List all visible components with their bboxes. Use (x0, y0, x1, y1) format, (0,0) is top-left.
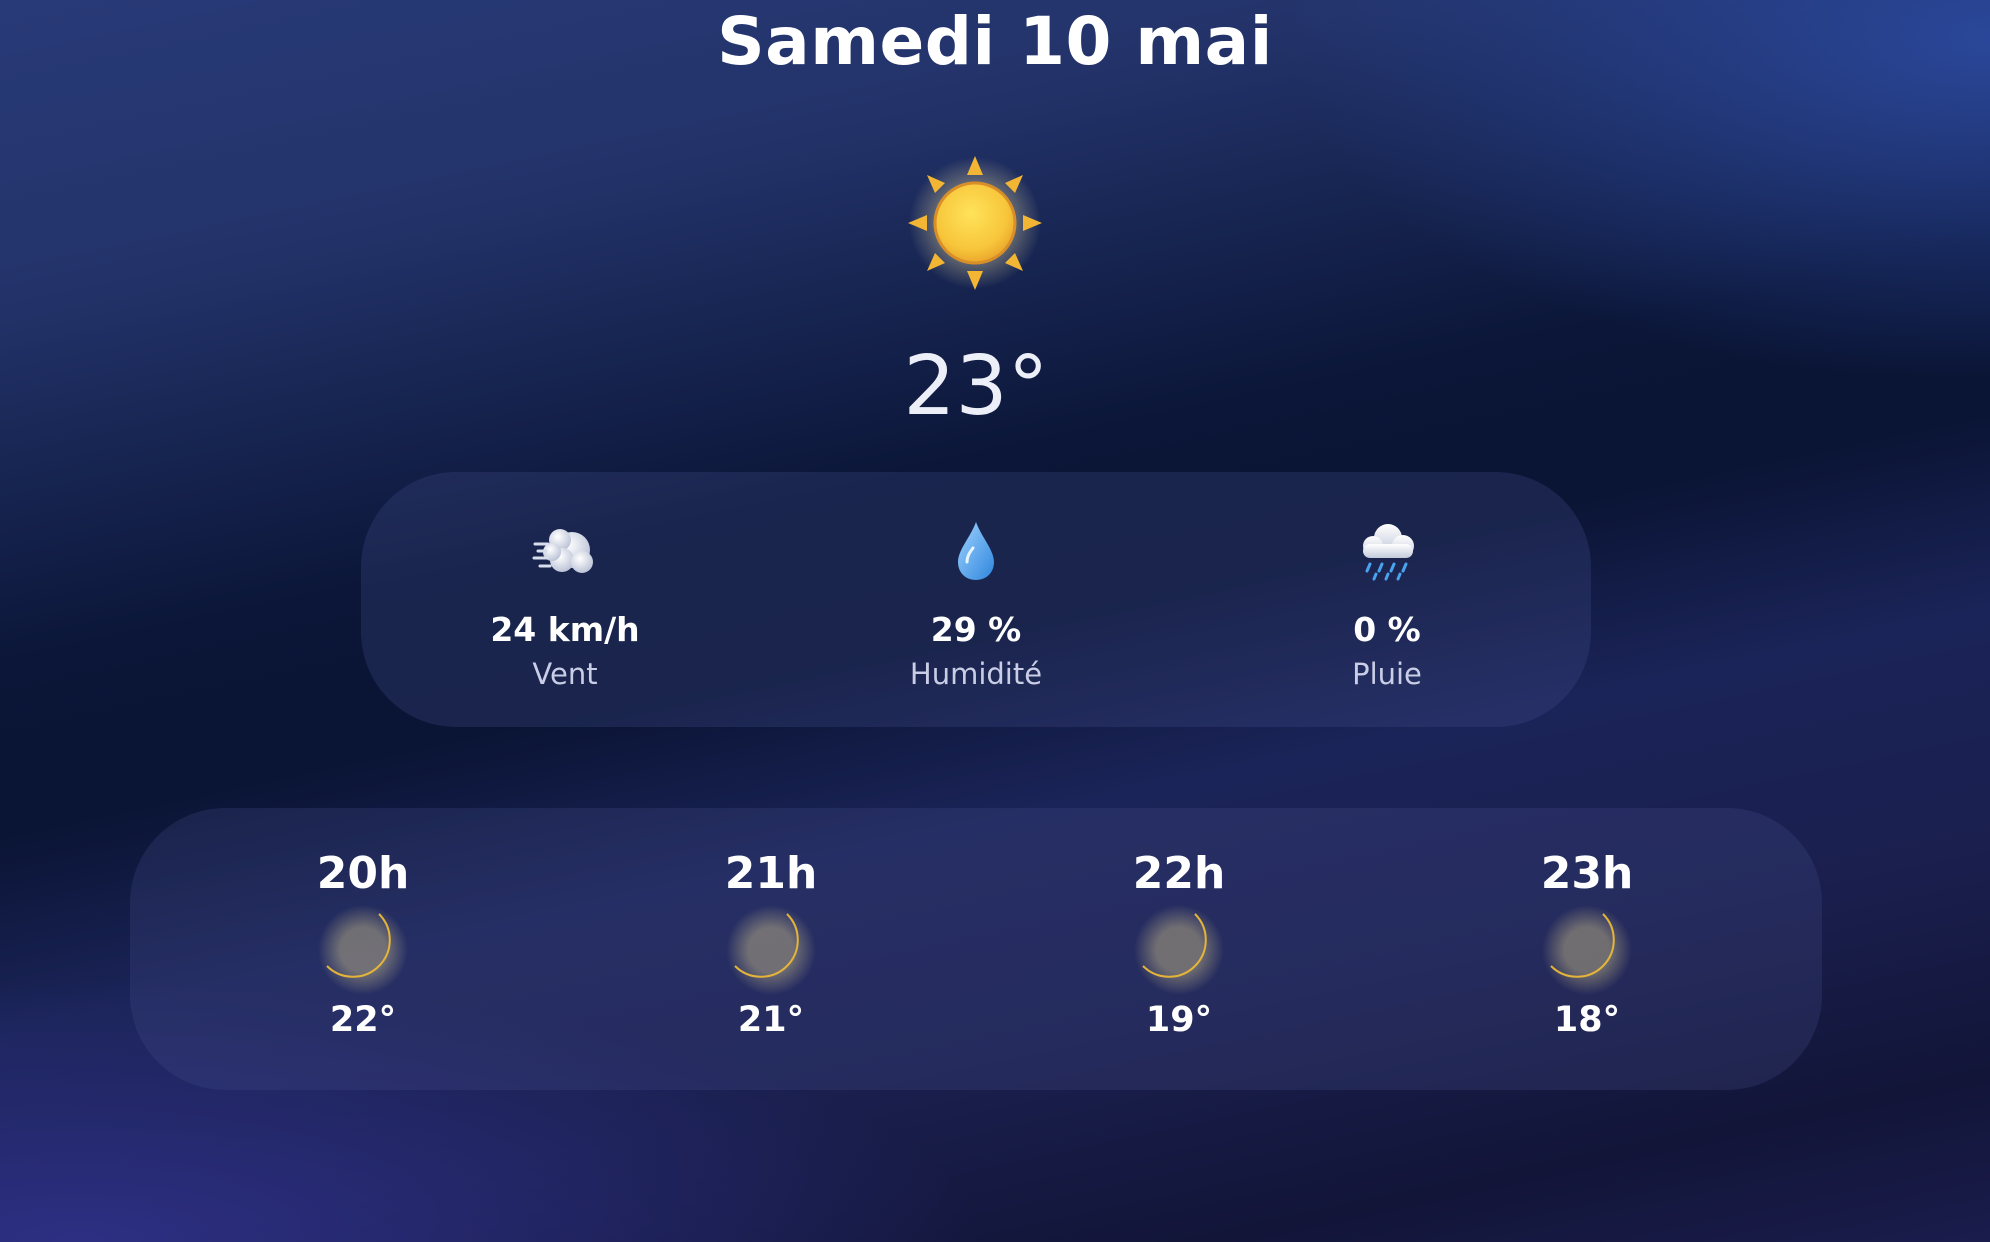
hour-temp: 18° (1553, 1000, 1621, 1040)
hour-label: 20h (316, 848, 410, 899)
hour-label: 22h (1132, 848, 1226, 899)
hourly-item: 21h 21° (671, 846, 871, 1042)
crescent-moon-icon (1487, 904, 1687, 996)
current-temperature: 23° (903, 339, 1049, 434)
humidity-label: Humidité (909, 657, 1043, 691)
crescent-moon-icon (1079, 904, 1279, 996)
hour-temp: 19° (1145, 1000, 1213, 1040)
weather-stats-card: 24 km/h Vent 29 % Humidité 0 % Pluie (361, 472, 1591, 727)
stat-rain: 0 % Pluie (1237, 516, 1537, 692)
hour-label: 21h (724, 848, 818, 899)
rain-cloud-icon (1237, 516, 1537, 586)
hourly-item: 22h 19° (1079, 846, 1279, 1042)
wind-value: 24 km/h (490, 610, 640, 649)
hourly-item: 20h 22° (263, 846, 463, 1042)
rain-value: 0 % (1353, 610, 1421, 649)
stat-wind: 24 km/h Vent (415, 516, 715, 692)
crescent-moon-icon (263, 904, 463, 996)
wind-label: Vent (532, 657, 598, 691)
hour-temp: 21° (737, 1000, 805, 1040)
rain-label: Pluie (1352, 657, 1422, 691)
hour-temp: 22° (329, 1000, 397, 1040)
hourly-item: 23h 18° (1487, 846, 1687, 1042)
stat-humidity: 29 % Humidité (826, 516, 1126, 692)
wind-icon (415, 516, 715, 586)
page-title: Samedi 10 mai (717, 3, 1273, 80)
sun-icon (905, 153, 1045, 293)
humidity-value: 29 % (930, 610, 1022, 649)
droplet-icon (826, 516, 1126, 586)
crescent-moon-icon (671, 904, 871, 996)
hour-label: 23h (1540, 848, 1634, 899)
hourly-forecast-card: 20h 22° 21h 21° 22h 19° 23h 18° (130, 808, 1822, 1090)
